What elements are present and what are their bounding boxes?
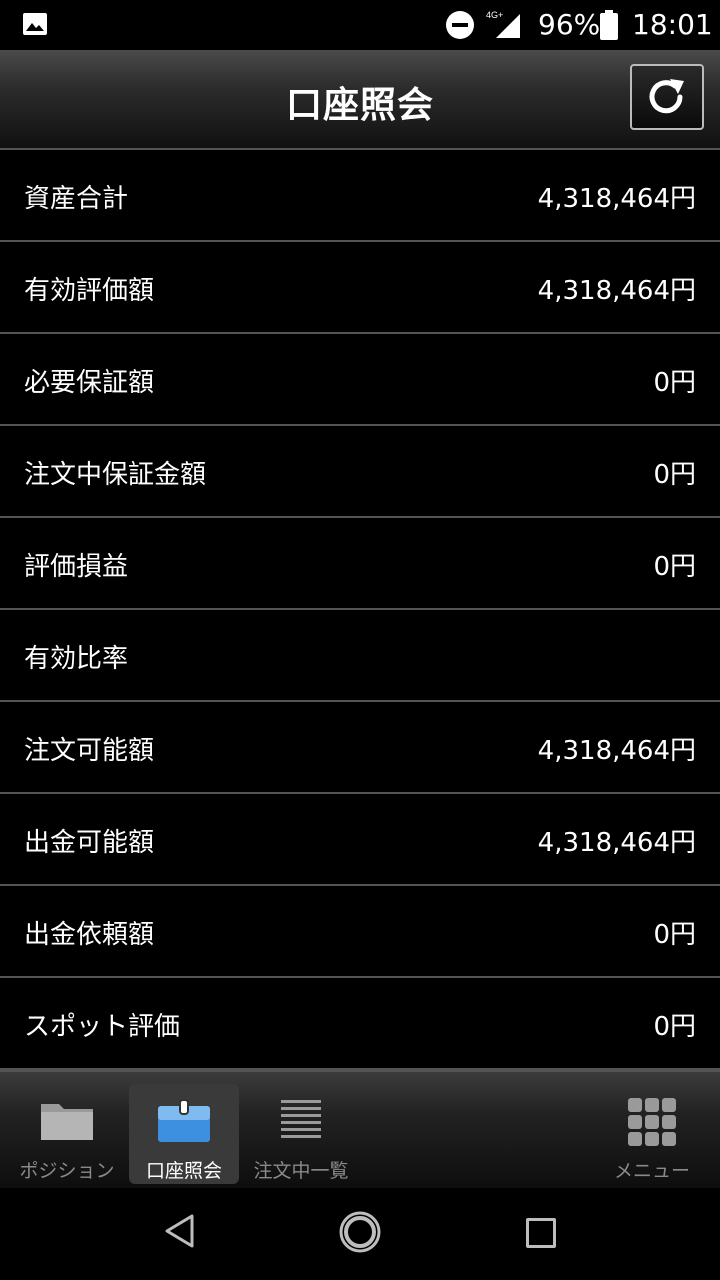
row-label: 注文可能額: [24, 736, 155, 766]
list-item: 出金可能額 4,318,464円: [0, 794, 720, 886]
row-label: 出金可能額: [24, 828, 155, 858]
app-header: 口座照会: [0, 50, 720, 150]
list-item: 評価損益 0円: [0, 518, 720, 610]
tab-label: 注文中一覧: [253, 1160, 349, 1182]
tab-account[interactable]: 口座照会: [129, 1084, 239, 1184]
list-item: スポット評価 0円: [0, 978, 720, 1070]
row-label: スポット評価: [24, 1012, 181, 1042]
row-label: 出金依頼額: [24, 920, 155, 950]
image-notification-icon: [23, 13, 47, 35]
page-title: 口座照会: [285, 85, 434, 126]
battery-percentage: 96%: [538, 8, 601, 41]
briefcase-icon: [158, 1099, 210, 1142]
refresh-button[interactable]: [630, 64, 704, 130]
battery-icon: [600, 10, 618, 40]
recent-apps-icon[interactable]: [526, 1218, 556, 1248]
signal-4g-icon: 4G+: [486, 10, 520, 38]
row-value: 4,318,464円: [537, 276, 696, 306]
list-item: 出金依頼額 0円: [0, 886, 720, 978]
back-icon[interactable]: [164, 1214, 196, 1248]
home-icon[interactable]: [338, 1210, 382, 1254]
list-item: 有効評価額 4,318,464円: [0, 242, 720, 334]
row-label: 評価損益: [24, 552, 129, 582]
tab-positions[interactable]: ポジション: [12, 1084, 122, 1184]
row-label: 有効評価額: [24, 276, 155, 306]
list-item: 注文可能額 4,318,464円: [0, 702, 720, 794]
row-value: 0円: [653, 368, 696, 398]
refresh-icon: [649, 79, 684, 114]
row-label: 資産合計: [24, 184, 129, 214]
tab-menu[interactable]: メニュー: [597, 1084, 707, 1184]
svg-text:4G+: 4G+: [486, 10, 503, 20]
do-not-disturb-icon: [446, 11, 474, 39]
row-label: 必要保証額: [24, 368, 155, 398]
status-bar: 4G+ 96% 18:01: [0, 0, 720, 50]
list-item: 必要保証額 0円: [0, 334, 720, 426]
bottom-tab-bar: ポジション 口座照会 注文中一覧 メニュー: [0, 1070, 720, 1190]
row-value: 4,318,464円: [537, 828, 696, 858]
list-icon: [281, 1100, 321, 1138]
list-item: 注文中保証金額 0円: [0, 426, 720, 518]
grid-icon: [628, 1098, 676, 1146]
clock: 18:01: [632, 8, 713, 41]
row-value: 4,318,464円: [537, 736, 696, 766]
row-value: 0円: [653, 1012, 696, 1042]
system-nav-bar: [0, 1188, 720, 1280]
row-value: 0円: [653, 552, 696, 582]
row-value: 4,318,464円: [537, 184, 696, 214]
row-label: 有効比率: [24, 644, 129, 674]
tab-label: メニュー: [613, 1160, 690, 1182]
list-item: 資産合計 4,318,464円: [0, 150, 720, 242]
row-value: 0円: [653, 920, 696, 950]
tab-open-orders[interactable]: 注文中一覧: [246, 1084, 356, 1184]
account-summary-list: 資産合計 4,318,464円 有効評価額 4,318,464円 必要保証額 0…: [0, 150, 720, 1070]
list-item: 有効比率: [0, 610, 720, 702]
row-label: 注文中保証金額: [24, 460, 207, 490]
row-value: 0円: [653, 460, 696, 490]
folder-icon: [41, 1104, 93, 1140]
